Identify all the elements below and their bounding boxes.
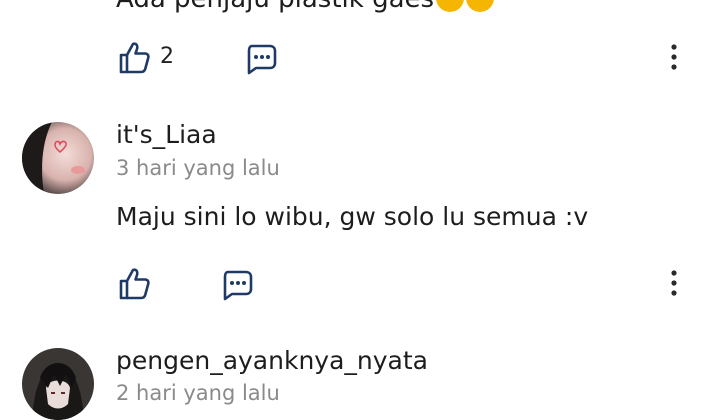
timestamp: 3 hari yang lalu [116,156,280,180]
username[interactable]: it's_Liaa [116,120,217,149]
username[interactable]: pengen_ayanknya_nyata [116,346,428,375]
vertical-ellipsis-icon [671,270,677,296]
like-button[interactable] [116,266,152,302]
avatar[interactable] [22,348,94,420]
user-avatar-image [22,348,94,420]
user-avatar-image [22,122,94,194]
more-options-button[interactable] [662,42,686,72]
emoji-icon [466,0,495,12]
reply-button[interactable] [220,268,254,302]
emoji-icon [436,0,465,12]
thumbs-up-icon [119,42,150,74]
more-options-button[interactable] [662,268,686,298]
like-button[interactable] [116,40,152,76]
comment-bubble-icon [223,270,253,301]
like-count: 2 [160,44,174,69]
comment-bubble-icon [247,44,277,75]
reply-button[interactable] [244,42,278,76]
thumbs-up-icon [119,268,150,300]
previous-comment-text: Ada penjaju plastik gaes [116,0,495,14]
timestamp: 2 hari yang lalu [116,381,280,405]
vertical-ellipsis-icon [671,44,677,70]
avatar[interactable] [22,122,94,194]
comment-text: Maju sini lo wibu, gw solo lu semua :v [116,202,589,231]
